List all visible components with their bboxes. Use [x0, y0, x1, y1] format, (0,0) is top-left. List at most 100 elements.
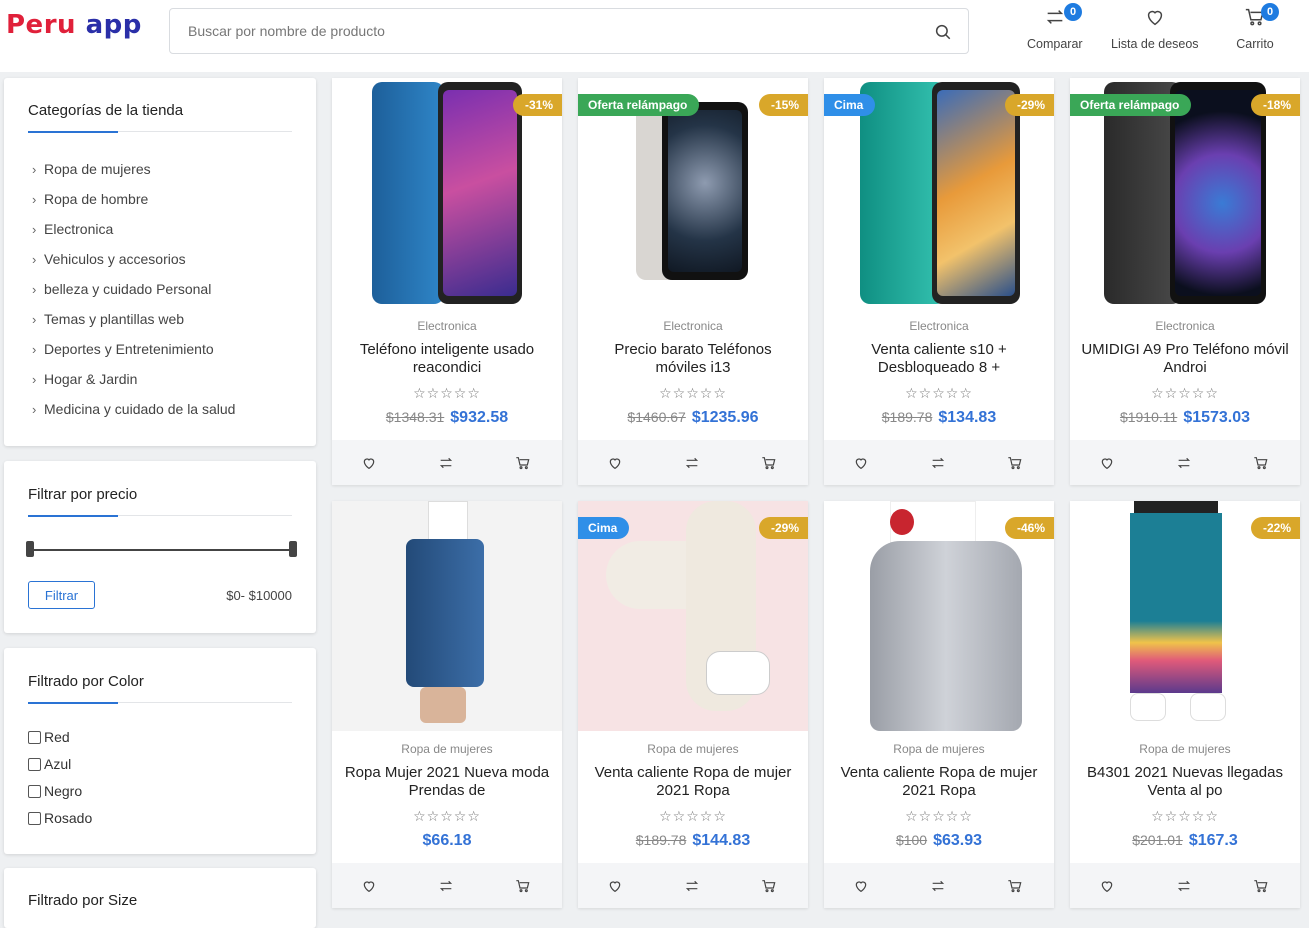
product-title[interactable]: B4301 2021 Nuevas llegadas Venta al po	[1080, 764, 1290, 800]
heart-icon[interactable]	[1099, 878, 1115, 894]
product-card[interactable]: -22% Ropa de mujeres B4301 2021 Nuevas l…	[1070, 501, 1300, 908]
color-option-azul[interactable]: Azul	[28, 756, 71, 772]
compare-button[interactable]: 0 Comparar	[1027, 3, 1083, 51]
product-category: Electronica	[663, 319, 723, 333]
cart-icon[interactable]	[1007, 878, 1023, 894]
cart-icon[interactable]	[761, 878, 777, 894]
cart-button[interactable]: 0 Carrito	[1235, 3, 1279, 51]
heart-icon[interactable]	[1099, 455, 1115, 471]
card-actions	[578, 440, 808, 485]
cart-icon[interactable]	[1007, 455, 1023, 471]
price-block: $201.01 $167.3	[1070, 832, 1300, 850]
wishlist-button[interactable]: Lista de deseos	[1111, 6, 1199, 51]
product-card[interactable]: -15% Oferta relámpago Electronica Precio…	[578, 78, 808, 485]
discount-badge: -15%	[758, 94, 808, 116]
discount-badge: -29%	[1004, 94, 1054, 116]
price-block: $189.78 $144.83	[578, 832, 808, 850]
compare-icon[interactable]	[930, 878, 946, 894]
product-card[interactable]: -31% Electronica Teléfono inteligente us…	[332, 78, 562, 485]
heart-icon[interactable]	[607, 878, 623, 894]
product-title[interactable]: Venta caliente Ropa de mujer 2021 Ropa	[834, 764, 1044, 800]
product-card[interactable]: -46% Ropa de mujeres Venta caliente Ropa…	[824, 501, 1054, 908]
compare-icon[interactable]	[1176, 455, 1192, 471]
current-price: $932.58	[450, 409, 509, 426]
promo-tag: Cima	[824, 94, 876, 116]
category-link[interactable]: › Deportes y Entretenimiento	[32, 341, 214, 357]
price-slider-track[interactable]	[32, 549, 294, 551]
compare-icon[interactable]	[684, 878, 700, 894]
card-actions	[824, 863, 1054, 908]
product-title[interactable]: Precio barato Teléfonos móviles i13	[588, 341, 798, 377]
category-link[interactable]: › Ropa de mujeres	[32, 161, 151, 177]
checkbox[interactable]	[28, 757, 41, 771]
checkbox[interactable]	[28, 784, 41, 798]
price-block: $100 $63.93	[824, 832, 1054, 850]
product-card[interactable]: -29% Cima Electronica Venta caliente s10…	[824, 78, 1054, 485]
rating-stars: ☆☆☆☆☆	[413, 808, 481, 824]
product-title[interactable]: UMIDIGI A9 Pro Teléfono móvil Androi	[1080, 341, 1290, 377]
cart-icon[interactable]	[761, 455, 777, 471]
compare-count-badge: 0	[1064, 3, 1082, 21]
heart-icon[interactable]	[853, 455, 869, 471]
size-filter-panel: Filtrado por Size	[4, 868, 316, 928]
card-actions	[332, 440, 562, 485]
product-card[interactable]: Ropa de mujeres Ropa Mujer 2021 Nueva mo…	[332, 501, 562, 908]
category-link[interactable]: › Electronica	[32, 221, 113, 237]
size-filter-title: Filtrado por Size	[28, 892, 138, 909]
current-price: $1573.03	[1183, 409, 1251, 426]
cart-icon[interactable]	[1253, 878, 1269, 894]
color-option-negro[interactable]: Negro	[28, 783, 82, 799]
product-title[interactable]: Ropa Mujer 2021 Nueva moda Prendas de	[342, 764, 552, 800]
price-slider-min-handle[interactable]	[26, 541, 34, 557]
product-image[interactable]	[332, 501, 562, 731]
product-category: Ropa de mujeres	[647, 742, 739, 756]
card-actions	[332, 863, 562, 908]
filter-button[interactable]: Filtrar	[28, 581, 95, 609]
checkbox[interactable]	[28, 811, 41, 825]
top-header: Peru app 0 Comparar Lista de deseos 0 Ca…	[0, 0, 1309, 72]
chevron-right-icon: ›	[32, 192, 37, 207]
rating-stars: ☆☆☆☆☆	[905, 385, 973, 401]
product-category: Electronica	[909, 319, 969, 333]
color-filter-title: Filtrado por Color	[28, 673, 144, 690]
heart-icon[interactable]	[853, 878, 869, 894]
category-link[interactable]: › Medicina y cuidado de la salud	[32, 401, 235, 417]
compare-icon[interactable]	[438, 878, 454, 894]
categories-divider	[28, 131, 292, 133]
product-title[interactable]: Venta caliente Ropa de mujer 2021 Ropa	[588, 764, 798, 800]
product-card[interactable]: -29% Cima Ropa de mujeres Venta caliente…	[578, 501, 808, 908]
compare-icon[interactable]	[930, 455, 946, 471]
product-title[interactable]: Venta caliente s10 + Desbloqueado 8 +	[834, 341, 1044, 377]
color-option-rosado[interactable]: Rosado	[28, 810, 92, 826]
color-option-red[interactable]: Red	[28, 729, 70, 745]
cart-label: Carrito	[1236, 37, 1274, 51]
category-link[interactable]: › Hogar & Jardin	[32, 371, 137, 387]
card-actions	[1070, 440, 1300, 485]
product-card[interactable]: -18% Oferta relámpago Electronica UMIDIG…	[1070, 78, 1300, 485]
category-link[interactable]: › belleza y cuidado Personal	[32, 281, 211, 297]
heart-icon[interactable]	[361, 455, 377, 471]
search-input[interactable]	[171, 10, 911, 52]
logo[interactable]: Peru app	[6, 10, 142, 40]
category-link[interactable]: › Temas y plantillas web	[32, 311, 184, 327]
category-link[interactable]: › Ropa de hombre	[32, 191, 148, 207]
discount-badge: -18%	[1250, 94, 1300, 116]
compare-icon[interactable]	[1176, 878, 1192, 894]
compare-icon[interactable]	[438, 455, 454, 471]
heart-icon[interactable]	[607, 455, 623, 471]
old-price: $1348.31	[385, 409, 445, 425]
cart-icon[interactable]	[1253, 455, 1269, 471]
price-slider-max-handle[interactable]	[289, 541, 297, 557]
checkbox[interactable]	[28, 730, 41, 744]
cart-icon[interactable]	[515, 455, 531, 471]
price-block: $1460.67 $1235.96	[578, 409, 808, 427]
heart-icon[interactable]	[361, 878, 377, 894]
chevron-right-icon: ›	[32, 252, 37, 267]
search-icon[interactable]	[934, 23, 952, 41]
product-title[interactable]: Teléfono inteligente usado reacondici	[342, 341, 552, 377]
cart-icon[interactable]	[515, 878, 531, 894]
category-link[interactable]: › Vehiculos y accesorios	[32, 251, 186, 267]
old-price: $1460.67	[627, 409, 686, 425]
chevron-right-icon: ›	[32, 402, 37, 417]
compare-icon[interactable]	[684, 455, 700, 471]
